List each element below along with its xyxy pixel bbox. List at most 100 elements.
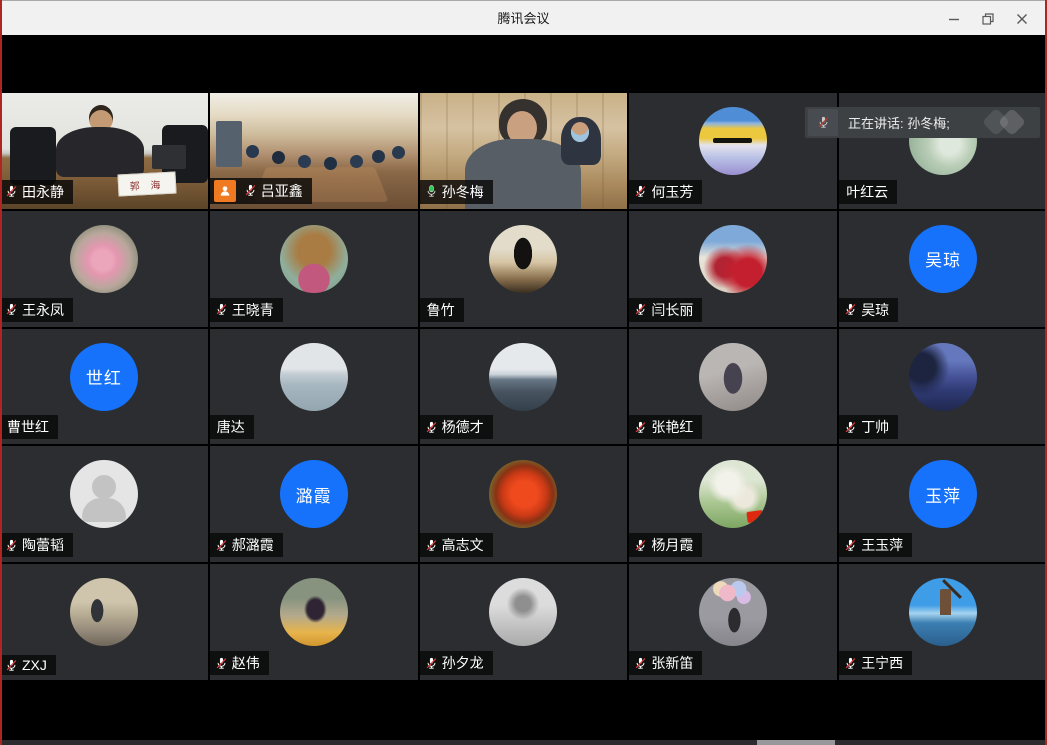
minimize-icon (948, 13, 960, 25)
participant-tile[interactable]: 王永凤 (0, 211, 208, 327)
participant-tile[interactable]: 吴琼吴琼 (839, 211, 1047, 327)
bottom-letterbox (0, 680, 1047, 745)
participant-label: 王永凤 (0, 298, 73, 322)
participant-tile[interactable]: 王宁西 (839, 564, 1047, 680)
presenter-badge-icon (214, 180, 236, 202)
speaking-banner: 正在讲话: 孙冬梅; (805, 107, 1040, 138)
participant-label: 曹世红 (0, 415, 58, 439)
muted-mic-icon (424, 656, 439, 671)
muted-mic-icon (633, 656, 648, 671)
participant-tile[interactable]: 高志文 (420, 446, 628, 562)
participant-name: 陶蕾韬 (22, 535, 64, 555)
participant-tile[interactable]: 玉萍王玉萍 (839, 446, 1047, 562)
participant-label: 吕亚鑫 (210, 178, 312, 204)
taskbar-peek[interactable] (757, 740, 835, 745)
participant-name: 闫长丽 (651, 300, 693, 320)
gray-silhouette-avatar (699, 343, 767, 411)
participant-name: 吕亚鑫 (261, 181, 303, 201)
minimize-button[interactable] (937, 5, 971, 33)
muted-mic-icon (243, 183, 258, 198)
muted-mic-icon (843, 302, 858, 317)
participant-label: 鲁竹 (420, 298, 464, 322)
participant-tile[interactable]: 孙夕龙 (420, 564, 628, 680)
participant-label: 杨德才 (420, 415, 493, 439)
muted-mic-icon (424, 420, 439, 435)
participant-tile[interactable]: 丁帅 (839, 329, 1047, 445)
participant-name: 孙冬梅 (442, 182, 484, 202)
participant-label: ZXJ (0, 655, 56, 675)
video-scene-shape (216, 121, 242, 167)
participant-name: 孙夕龙 (442, 653, 484, 673)
participant-tile[interactable]: 潞霞郝潞霞 (210, 446, 418, 562)
participant-label: 孙冬梅 (420, 180, 493, 204)
restore-button[interactable] (971, 5, 1005, 33)
window-title: 腾讯会议 (0, 1, 1047, 36)
muted-mic-icon (214, 302, 229, 317)
participant-label: 唐达 (210, 415, 254, 439)
participant-label: 张新笛 (629, 651, 702, 675)
muted-mic-icon (214, 656, 229, 671)
participant-tile[interactable]: 唐达 (210, 329, 418, 445)
participant-tile[interactable]: 张艳红 (629, 329, 837, 445)
gray-sea-avatar (280, 343, 348, 411)
muted-mic-icon (424, 538, 439, 553)
participant-label: 田永静 (0, 180, 73, 204)
red-blossoms-avatar (699, 225, 767, 293)
muted-mic-icon (4, 538, 19, 553)
participant-name: 丁帅 (861, 417, 889, 437)
muted-mic-icon (633, 538, 648, 553)
video-scene-shape (56, 127, 144, 177)
participant-label: 陶蕾韬 (0, 533, 73, 557)
participant-tile[interactable]: 王晓青 (210, 211, 418, 327)
participant-label: 丁帅 (839, 415, 898, 439)
participant-label: 张艳红 (629, 415, 702, 439)
muted-mic-icon (4, 302, 19, 317)
night-mountains-avatar (909, 343, 977, 411)
participant-name: 鲁竹 (427, 300, 455, 320)
muted-mic-icon (4, 184, 19, 199)
initials-avatar: 玉萍 (909, 460, 977, 528)
participant-name: 王永凤 (22, 300, 64, 320)
video-scene-shape (152, 145, 186, 169)
participant-name: 吴琼 (861, 300, 889, 320)
participant-tile[interactable]: ZXJ (0, 564, 208, 680)
speaking-banner-text: 正在讲话: 孙冬梅; (848, 113, 980, 132)
participant-label: 孙夕龙 (420, 651, 493, 675)
lake-dusk-avatar (489, 343, 557, 411)
white-flowers-avatar (699, 460, 767, 528)
penguin-art-avatar (489, 225, 557, 293)
participant-tile[interactable]: 吕亚鑫 (210, 93, 418, 209)
participant-tile[interactable]: 赵伟 (210, 564, 418, 680)
tencent-meeting-logo (980, 110, 1032, 136)
muted-mic-icon (808, 109, 838, 136)
participant-name: 杨德才 (442, 417, 484, 437)
muted-mic-icon (843, 656, 858, 671)
participant-tile[interactable]: 孙冬梅 (420, 93, 628, 209)
participant-tile[interactable]: 张新笛 (629, 564, 837, 680)
participant-name: ZXJ (22, 657, 47, 673)
muted-mic-icon (633, 420, 648, 435)
muted-mic-icon (214, 538, 229, 553)
participant-tile[interactable]: 郭 海 田永静 (0, 93, 208, 209)
participant-tile[interactable]: 陶蕾韬 (0, 446, 208, 562)
participant-name: 高志文 (442, 535, 484, 555)
desk-nameplate: 郭 海 (118, 171, 177, 196)
initials-avatar: 吴琼 (909, 225, 977, 293)
video-scene-shape (10, 127, 56, 185)
taskbar-strip (0, 740, 1047, 745)
close-icon (1016, 13, 1028, 25)
participant-tile[interactable]: 闫长丽 (629, 211, 837, 327)
participant-label: 闫长丽 (629, 298, 702, 322)
muted-mic-icon (843, 538, 858, 553)
sunset-silhouette-avatar (280, 578, 348, 646)
participant-tile[interactable]: 世红曹世红 (0, 329, 208, 445)
participant-name: 曹世红 (7, 417, 49, 437)
participant-tile[interactable]: 杨德才 (420, 329, 628, 445)
participant-name: 赵伟 (232, 653, 260, 673)
close-button[interactable] (1005, 5, 1039, 33)
windmill-canal-avatar (909, 578, 977, 646)
participant-tile[interactable]: 鲁竹 (420, 211, 628, 327)
muted-mic-icon (843, 420, 858, 435)
participant-tile[interactable]: 杨月霞 (629, 446, 837, 562)
participant-label: 王晓青 (210, 298, 283, 322)
